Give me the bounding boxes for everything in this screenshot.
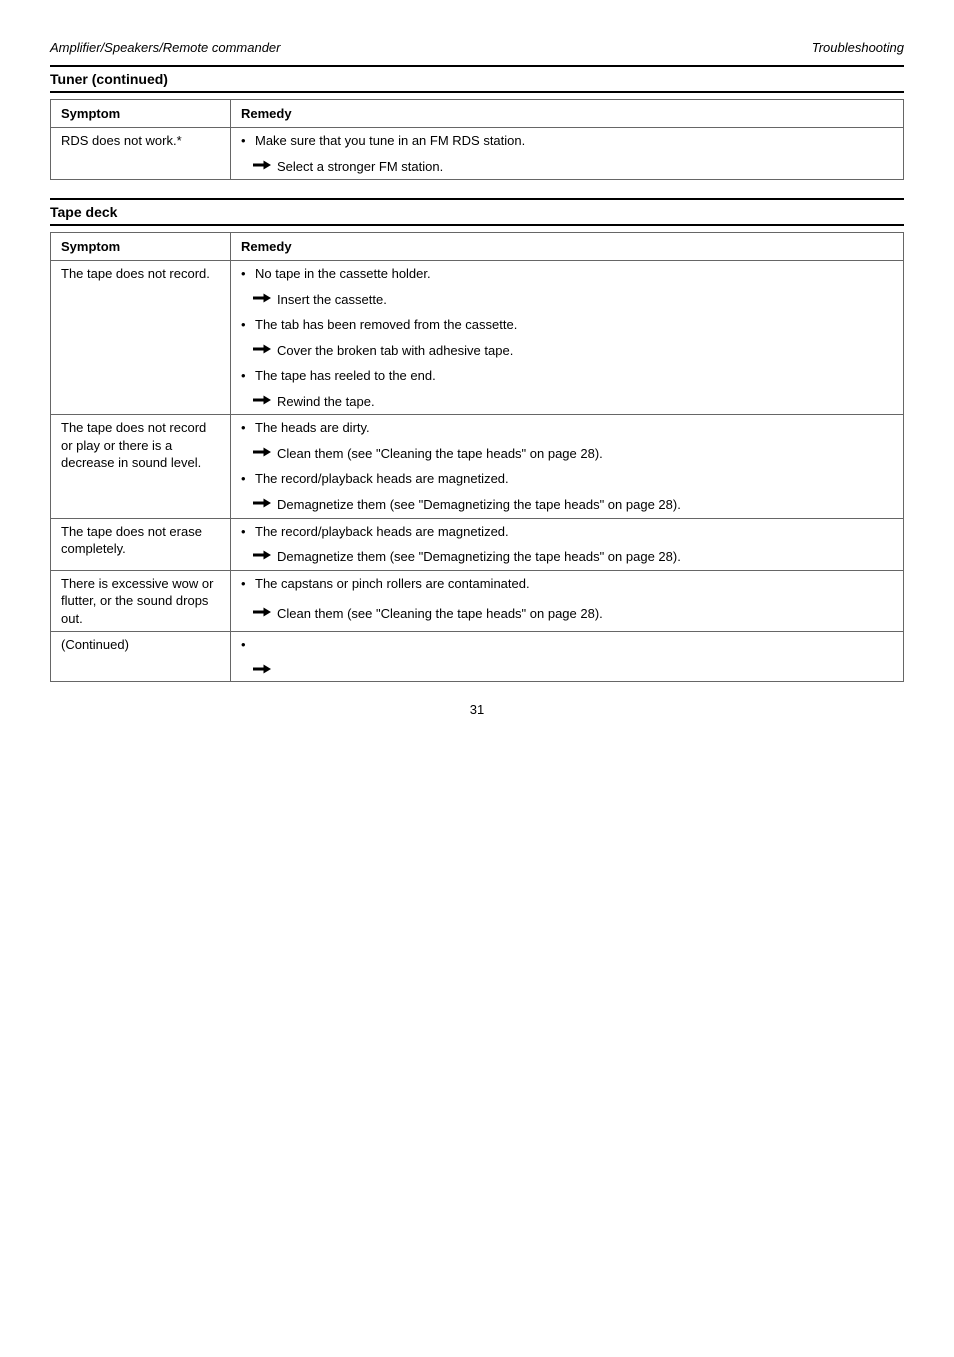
tape-table: Symptom Remedy The tape does not record.… (50, 232, 904, 682)
bullet-dot: • (241, 132, 253, 150)
arrow-right-icon (253, 292, 271, 306)
symptom-rds: RDS does not work.* (51, 128, 231, 180)
arrow-right-icon (253, 497, 271, 511)
bullet-dot: • (241, 265, 253, 283)
cause-text: The tape has reeled to the end. (255, 367, 436, 385)
action-text: Demagnetize them (see "Demagnetizing the… (277, 548, 681, 566)
cause-text: The record/playback heads are magnetized… (255, 470, 509, 488)
action-cell: Rewind the tape. (231, 389, 904, 415)
symptom-no-erase: The tape does not erase completely. (51, 518, 231, 570)
bullet-dot: • (241, 636, 253, 654)
header-right: Troubleshooting (812, 40, 904, 55)
action-cell: Demagnetize them (see "Demagnetizing the… (231, 544, 904, 570)
arrow-right-icon (253, 159, 271, 173)
arrow-right-icon (253, 394, 271, 408)
cause-cell: • (231, 632, 904, 658)
col-remedy: Remedy (231, 233, 904, 261)
bullet-dot: • (241, 316, 253, 334)
action-cell: Clean them (see "Cleaning the tape heads… (231, 441, 904, 467)
cause-text: The capstans or pinch rollers are contam… (255, 575, 530, 593)
arrow-right-icon (253, 663, 271, 677)
section-header-tuner: Tuner (continued) (50, 65, 904, 93)
cause-cell: •No tape in the cassette holder. (231, 261, 904, 287)
cause-cell: •The heads are dirty. (231, 415, 904, 441)
bullet-dot: • (241, 367, 253, 385)
action-cell: Insert the cassette. (231, 287, 904, 313)
action-cell: Cover the broken tab with adhesive tape. (231, 338, 904, 364)
bullet-dot: • (241, 575, 253, 593)
action-text: Clean them (see "Cleaning the tape heads… (277, 605, 603, 623)
cause-text: No tape in the cassette holder. (255, 265, 431, 283)
bullet-dot: • (241, 523, 253, 541)
cause-cell: •The tape has reeled to the end. (231, 363, 904, 389)
action-cell: Clean them (see "Cleaning the tape heads… (231, 601, 904, 632)
arrow-right-icon (253, 549, 271, 563)
cause-cell: •The capstans or pinch rollers are conta… (231, 570, 904, 601)
col-remedy: Remedy (231, 100, 904, 128)
action-text: Insert the cassette. (277, 291, 387, 309)
action-text: Rewind the tape. (277, 393, 375, 411)
cause-cell: •The record/playback heads are magnetize… (231, 466, 904, 492)
action-cell (231, 658, 904, 682)
symptom-no-record-play: The tape does not record or play or ther… (51, 415, 231, 518)
cause-cell: •The tab has been removed from the casse… (231, 312, 904, 338)
arrow-right-icon (253, 343, 271, 357)
col-symptom: Symptom (51, 100, 231, 128)
action-text: Clean them (see "Cleaning the tape heads… (277, 445, 603, 463)
cause-text: The record/playback heads are magnetized… (255, 523, 509, 541)
bullet-dot: • (241, 470, 253, 488)
arrow-right-icon (253, 446, 271, 460)
cause-text: The heads are dirty. (255, 419, 370, 437)
cause-text: Make sure that you tune in an FM RDS sta… (255, 132, 525, 150)
header-left: Amplifier/Speakers/Remote commander (50, 40, 280, 55)
action-cell: Select a stronger FM station. (231, 154, 904, 180)
col-symptom: Symptom (51, 233, 231, 261)
symptom-continued: (Continued) (51, 632, 231, 682)
action-text: Demagnetize them (see "Demagnetizing the… (277, 496, 681, 514)
cause-cell: •The record/playback heads are magnetize… (231, 518, 904, 544)
page-number: 31 (50, 702, 904, 717)
action-text: Select a stronger FM station. (277, 158, 443, 176)
symptom-wow-flutter: There is excessive wow or flutter, or th… (51, 570, 231, 632)
cause-cell: •Make sure that you tune in an FM RDS st… (231, 128, 904, 154)
action-text: Cover the broken tab with adhesive tape. (277, 342, 513, 360)
tuner-table: Symptom Remedy RDS does not work.* •Make… (50, 99, 904, 180)
section-header-tape: Tape deck (50, 198, 904, 226)
action-cell: Demagnetize them (see "Demagnetizing the… (231, 492, 904, 518)
cause-text: The tab has been removed from the casset… (255, 316, 517, 334)
symptom-no-record: The tape does not record. (51, 261, 231, 415)
page-header: Amplifier/Speakers/Remote commander Trou… (50, 40, 904, 55)
bullet-dot: • (241, 419, 253, 437)
arrow-right-icon (253, 606, 271, 620)
